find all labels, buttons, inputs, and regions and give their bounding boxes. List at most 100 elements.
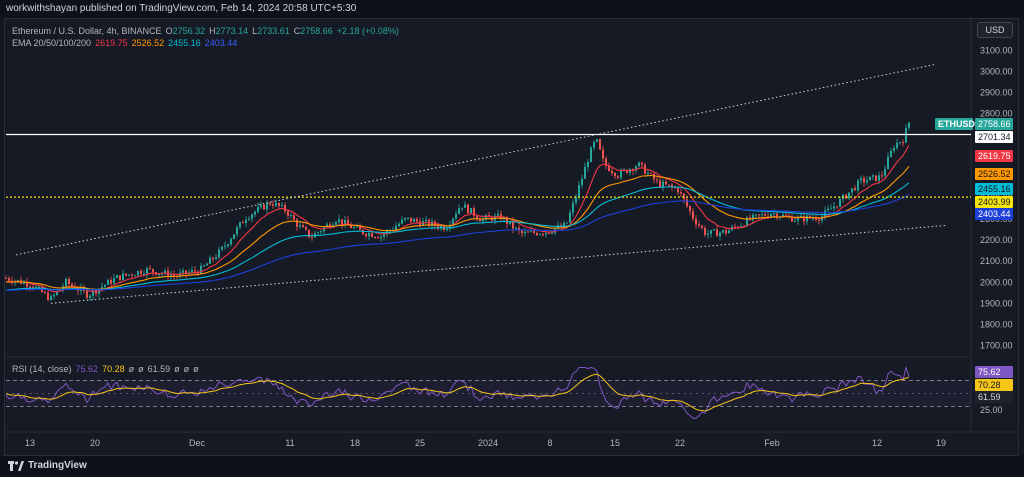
candle-body — [143, 273, 145, 275]
rsi-empty-4: ø — [183, 364, 190, 374]
candle-body — [407, 217, 409, 219]
candle-body — [902, 142, 904, 144]
candle-body — [191, 270, 193, 273]
rsi-empty-2: ø — [138, 364, 144, 374]
candle-body — [38, 286, 40, 288]
price-tag-text: 2403.99 — [978, 197, 1011, 207]
candle-body — [647, 173, 649, 175]
candle-body — [230, 239, 232, 245]
price-axis-label: 1700.00 — [980, 340, 1013, 350]
candle-body — [140, 270, 142, 274]
candle-body — [335, 222, 337, 225]
price-tag-text: 2619.75 — [978, 151, 1011, 161]
price-tag-text: 2526.52 — [978, 169, 1011, 179]
price-axis-label: 2900.00 — [980, 88, 1013, 98]
candle-body — [68, 278, 70, 285]
ema-label: EMA 20/50/100/200 — [12, 38, 92, 48]
rsi-tag-text: 70.28 — [978, 380, 1001, 390]
candle-body — [404, 218, 406, 220]
candle-body — [104, 284, 106, 287]
time-axis-label: Dec — [189, 438, 206, 448]
candle-body — [122, 273, 124, 281]
candle-body — [116, 275, 118, 279]
candle-body — [515, 227, 517, 229]
currency-button[interactable]: USD — [977, 22, 1013, 38]
candle-body — [551, 232, 553, 234]
candle-body — [137, 270, 139, 276]
time-axis-label: 2024 — [478, 438, 498, 448]
candle-body — [833, 206, 835, 209]
candle-body — [233, 234, 235, 240]
candle-body — [878, 175, 880, 181]
level-2403-tag: 2403.99 — [975, 196, 1013, 208]
candle-body — [872, 175, 874, 177]
candle-body — [467, 204, 469, 214]
ema100-value: 2455.16 — [168, 38, 201, 48]
candle-body — [854, 188, 856, 191]
time-axis-label: 15 — [610, 438, 620, 448]
candle-body — [614, 173, 616, 177]
time-axis-label: 18 — [350, 438, 360, 448]
time-axis-label: 19 — [936, 438, 946, 448]
candle-body — [830, 208, 832, 210]
level-2701-tag: 2701.34 — [975, 131, 1013, 143]
candle-body — [548, 232, 550, 234]
rsi-tag-text: 75.62 — [978, 367, 1001, 377]
candle-body — [302, 225, 304, 228]
candle-body — [770, 213, 772, 217]
ohlc-open: O2756.32 — [165, 26, 206, 36]
candle-body — [617, 176, 619, 178]
candle-body — [212, 257, 214, 260]
candle-body — [587, 162, 589, 167]
ema100-line — [5, 182, 910, 291]
candle-body — [338, 219, 340, 223]
tradingview-logo[interactable]: TradingView — [8, 460, 87, 471]
symbol-legend[interactable]: Ethereum / U.S. Dollar, 4h, BINANCE O275… — [12, 26, 399, 36]
candle-body — [53, 294, 55, 297]
candle-body — [458, 208, 460, 214]
candle-body — [857, 180, 859, 191]
candle-body — [401, 219, 403, 224]
candle-body — [470, 208, 472, 214]
candle-body — [698, 224, 700, 226]
candle-body — [5, 278, 7, 280]
candle-body — [794, 220, 796, 222]
candle-body — [281, 204, 283, 207]
price-axis-label: 2800.00 — [980, 109, 1013, 119]
candle-body — [110, 279, 112, 284]
candle-body — [611, 171, 613, 174]
candle-body — [287, 211, 289, 216]
candle-body — [29, 286, 31, 288]
candle-body — [497, 213, 499, 216]
ema20-line — [5, 145, 910, 293]
candle-body — [239, 222, 241, 228]
candle-body — [641, 162, 643, 165]
rsi-label: RSI (14, close) — [12, 364, 72, 374]
ema-legend[interactable]: EMA 20/50/100/200 2619.75 2526.52 2455.1… — [12, 38, 237, 48]
candle-body — [602, 149, 604, 159]
price-tag-text: 2455.16 — [978, 184, 1011, 194]
rsi-empty-1: ø — [128, 364, 135, 374]
candle-body — [524, 231, 526, 234]
candle-body — [71, 284, 73, 287]
chart-canvas[interactable]: 3100.003000.002900.002800.002700.002600.… — [0, 0, 1024, 456]
candle-body — [590, 147, 592, 163]
candle-body — [683, 193, 685, 200]
candle-body — [896, 142, 898, 148]
candle-body — [107, 279, 109, 285]
candle-body — [707, 233, 709, 236]
rsi-legend[interactable]: RSI (14, close) 75.62 70.28 ø ø 61.59 ø … — [12, 364, 199, 374]
candle-body — [869, 176, 871, 181]
candle-body — [827, 208, 829, 211]
ema200-tag: 2403.44 — [975, 208, 1013, 220]
candle-body — [362, 229, 364, 235]
rsi-empty-5: ø — [193, 364, 199, 374]
price-axis-label: 1800.00 — [980, 319, 1013, 329]
price-tag-text: 2758.66 — [978, 119, 1011, 129]
candle-body — [311, 237, 313, 239]
rsi-tag-text: 61.59 — [978, 392, 1001, 402]
candle-body — [8, 278, 10, 281]
ema20-tag: 2619.75 — [975, 150, 1013, 162]
candle-body — [263, 204, 265, 210]
candle-body — [341, 219, 343, 225]
